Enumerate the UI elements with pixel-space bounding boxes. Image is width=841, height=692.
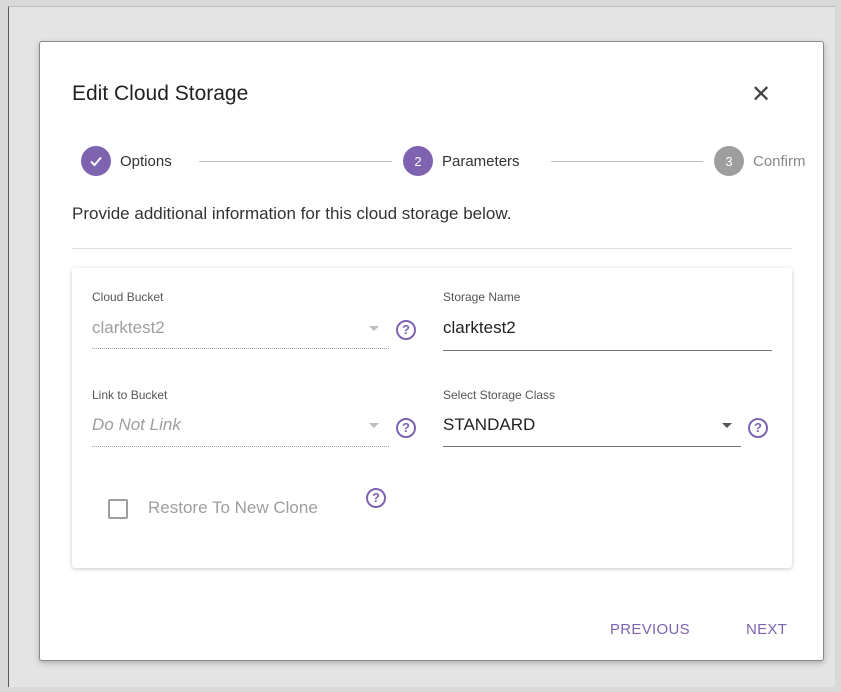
- help-circle-icon[interactable]: ?: [396, 418, 416, 438]
- chevron-down-icon: [722, 423, 732, 428]
- restore-clone-checkbox[interactable]: [108, 499, 128, 519]
- step-options[interactable]: Options: [81, 146, 172, 176]
- step-connector: [551, 161, 703, 162]
- edit-cloud-storage-dialog: Edit Cloud Storage ✕ Options 2 Parameter…: [39, 41, 824, 661]
- storage-class-select[interactable]: STANDARD: [443, 415, 535, 435]
- link-to-bucket-select[interactable]: Do Not Link: [92, 415, 181, 435]
- cloud-bucket-select[interactable]: clarktest2: [92, 318, 165, 338]
- cloud-bucket-label: Cloud Bucket: [92, 290, 164, 304]
- step-number: 3: [714, 146, 744, 176]
- step-connector: [199, 161, 392, 162]
- storage-name-label: Storage Name: [443, 290, 521, 304]
- previous-button[interactable]: PREVIOUS: [610, 621, 690, 638]
- dialog-subtitle: Provide additional information for this …: [72, 204, 512, 223]
- chevron-down-icon: [369, 326, 379, 331]
- restore-clone-label: Restore To New Clone: [148, 498, 318, 517]
- storage-name-underline: [443, 350, 772, 351]
- cloud-bucket-underline: [92, 348, 389, 349]
- parameters-card: Cloud Bucket clarktest2 ? Storage Name c…: [72, 268, 792, 568]
- close-icon[interactable]: ✕: [746, 80, 776, 110]
- link-to-bucket-label: Link to Bucket: [92, 388, 168, 402]
- chevron-down-icon: [369, 423, 379, 428]
- dialog-title: Edit Cloud Storage: [72, 82, 249, 105]
- storage-class-underline: [443, 446, 741, 447]
- storage-name-input[interactable]: clarktest2: [443, 318, 516, 338]
- step-label: Parameters: [442, 152, 520, 170]
- divider: [72, 248, 792, 249]
- help-circle-icon[interactable]: ?: [748, 418, 768, 438]
- link-to-bucket-underline: [92, 446, 389, 447]
- step-parameters[interactable]: 2 Parameters: [403, 146, 520, 176]
- step-number: 2: [403, 146, 433, 176]
- step-label: Confirm: [753, 152, 806, 170]
- check-icon: [81, 146, 111, 176]
- stepper: Options 2 Parameters 3 Confirm: [81, 146, 823, 176]
- next-button[interactable]: NEXT: [746, 621, 787, 638]
- storage-class-label: Select Storage Class: [443, 388, 556, 402]
- help-circle-icon[interactable]: ?: [396, 320, 416, 340]
- step-confirm[interactable]: 3 Confirm: [714, 146, 806, 176]
- step-label: Options: [120, 152, 172, 170]
- help-circle-icon[interactable]: ?: [366, 488, 386, 508]
